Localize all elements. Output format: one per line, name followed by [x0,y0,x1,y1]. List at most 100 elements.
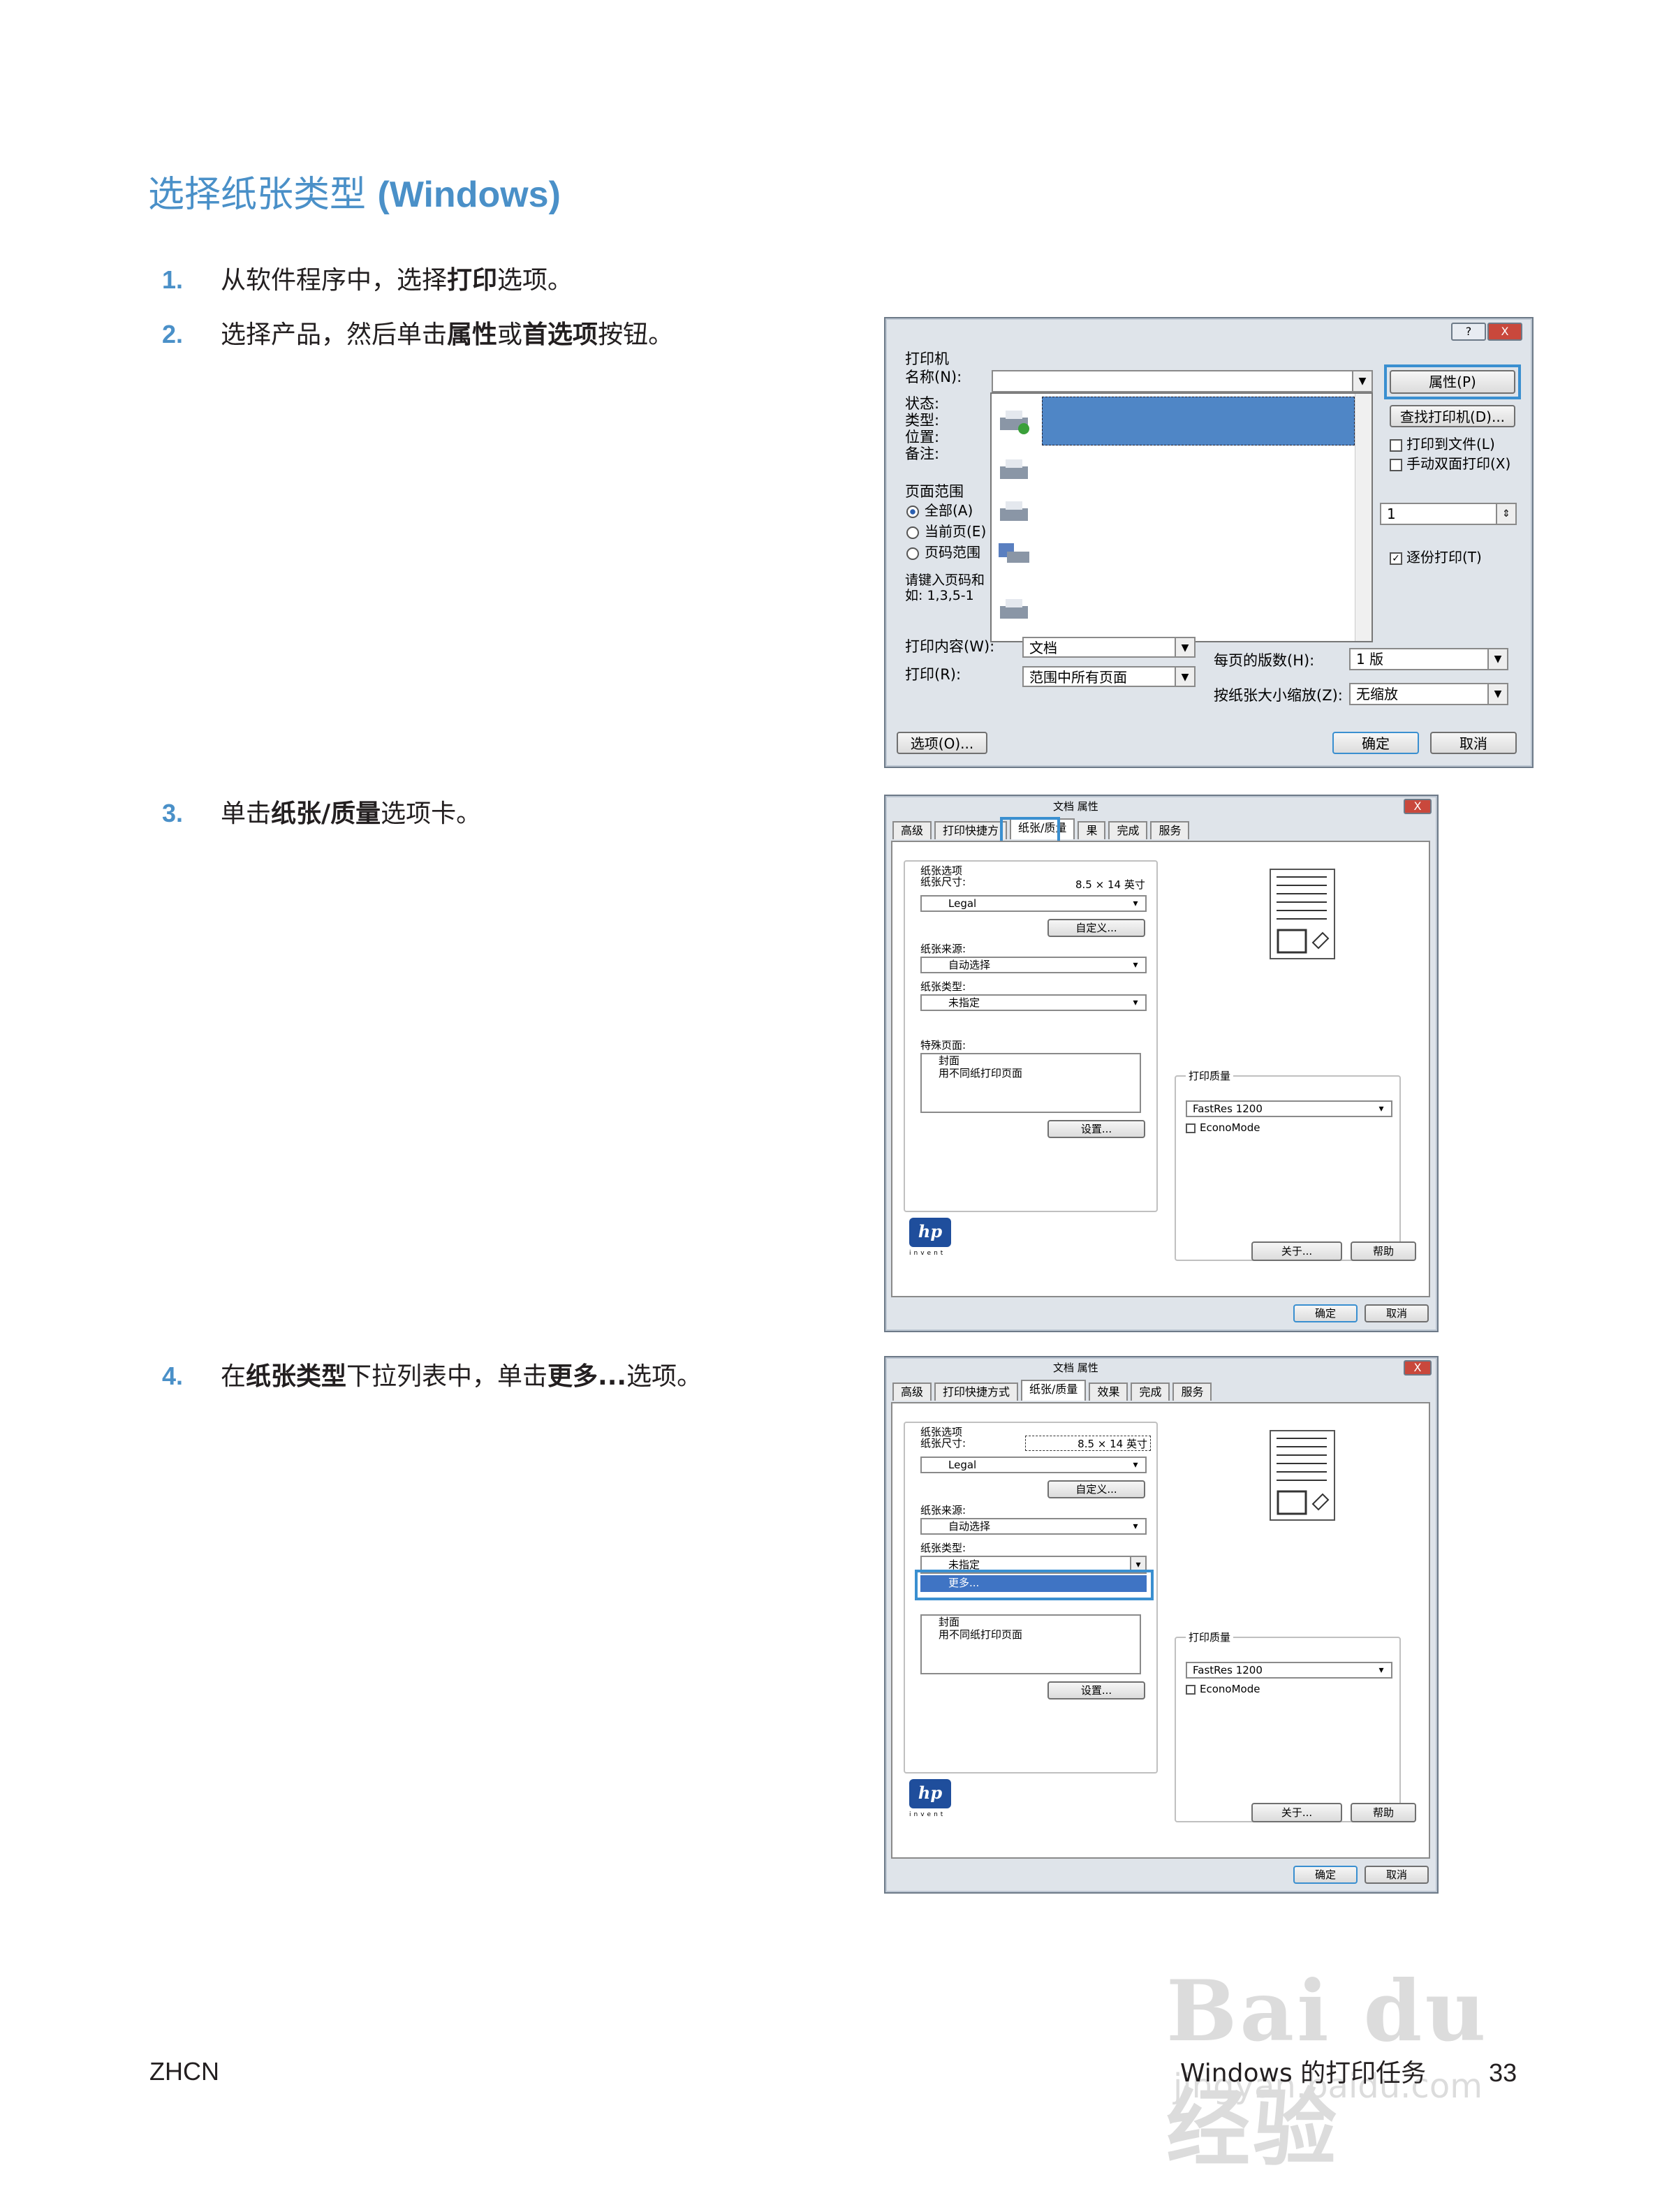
chevron-down-icon[interactable]: ▼ [1487,684,1507,704]
paper-source-select[interactable]: 自动选择 ▾ [920,1518,1147,1535]
settings-button[interactable]: 设置... [1047,1681,1145,1699]
print-what-label: 打印内容(W): [905,638,995,655]
printer-name-select[interactable]: ▼ [992,370,1373,392]
about-button[interactable]: 关于... [1251,1803,1342,1822]
collate-checkbox[interactable]: ✓ [1390,552,1402,565]
printer-dropdown-list[interactable] [990,392,1373,642]
hp-invent: invent [909,1250,946,1257]
help-title-button[interactable]: ? [1451,323,1486,341]
print-options-checkboxes[interactable]: 打印到文件(L) 手动双面打印(X) [1390,434,1510,473]
tab-finishing[interactable]: 完成 [1131,1382,1170,1401]
tab-panel: 纸张选项 纸张尺寸: 8.5 × 14 英寸 Legal ▾ 自定义... 纸张来… [891,1402,1430,1859]
paper-type-label: 纸张类型: [920,1542,966,1554]
cancel-button[interactable]: 取消 [1430,732,1517,754]
special-pages-list[interactable]: 封面 用不同纸打印页面 [920,1053,1141,1113]
dropdown-scrollbar[interactable] [1355,394,1371,641]
close-title-button[interactable]: X [1487,323,1522,341]
print-quality-select[interactable]: FastRes 1200 ▾ [1186,1100,1392,1117]
tab-strip: 高级 打印快捷方式 纸张/质量 效果 完成 服务 [892,1380,1214,1401]
radio-all[interactable] [906,505,919,518]
spinner-icon[interactable]: ⇕ [1496,504,1515,524]
custom-button[interactable]: 自定义... [1047,919,1145,937]
properties-button[interactable]: 属性(P) [1390,370,1515,394]
radio-current-page[interactable] [906,526,919,539]
ok-button[interactable]: 确定 [1293,1866,1358,1884]
settings-button[interactable]: 设置... [1047,1120,1145,1138]
paper-source-select[interactable]: 自动选择 ▾ [920,957,1147,973]
tab-paper-quality[interactable]: 纸张/质量 [1021,1380,1087,1401]
tab-services[interactable]: 服务 [1172,1382,1212,1401]
scale-select[interactable]: 无缩放 ▼ [1349,683,1508,705]
tab-finishing[interactable]: 完成 [1108,821,1148,839]
paper-size-select[interactable]: Legal ▾ [920,895,1147,912]
more-option-highlight [915,1570,1154,1600]
econo-mode-checkbox[interactable] [1186,1684,1196,1695]
tab-advanced[interactable]: 高级 [892,821,932,839]
chevron-down-icon[interactable]: ▾ [1126,897,1145,910]
print-pages-select[interactable]: 范围中所有页面 ▼ [1022,666,1196,687]
tab-effects[interactable]: 效果 [1089,1382,1128,1401]
paper-type-select[interactable]: 未指定 ▾ [920,994,1147,1011]
tab-panel: 纸张选项 纸张尺寸: 8.5 × 14 英寸 Legal ▾ 自定义... 纸张来… [891,841,1430,1297]
copies-input[interactable]: 1 ⇕ [1380,503,1517,525]
paper-type-label: 纸张类型: [920,980,966,993]
print-quality-label: 打印质量 [1186,1068,1234,1083]
dialog-title: 文档 属性 [1053,1362,1098,1374]
close-title-button[interactable]: X [1404,799,1432,814]
cancel-button[interactable]: 取消 [1365,1304,1429,1322]
tab-shortcuts[interactable]: 打印快捷方 [934,821,1008,839]
chevron-down-icon[interactable]: ▼ [1175,638,1194,656]
collate-checkbox-row[interactable]: ✓ 逐份打印(T) [1390,546,1482,566]
radio-pages[interactable] [906,547,919,560]
chevron-down-icon[interactable]: ▾ [1371,1102,1391,1116]
footer-left: ZHCN [149,2057,219,2086]
step-2: 2. 选择产品，然后单击属性或首选项按钮。 [162,320,674,349]
print-to-file-checkbox[interactable] [1390,438,1402,452]
special-pages-label: 特殊页面: [920,1039,966,1052]
step-4: 4. 在纸张类型下拉列表中，单击更多...选项。 [162,1362,703,1391]
custom-button[interactable]: 自定义... [1047,1480,1145,1498]
options-button[interactable]: 选项(O)... [897,732,987,754]
chevron-down-icon[interactable]: ▾ [1371,1663,1391,1677]
chevron-down-icon[interactable]: ▾ [1126,996,1145,1010]
chevron-down-icon[interactable]: ▼ [1352,371,1371,391]
printer-icon [1000,501,1028,521]
paper-size-select[interactable]: Legal ▾ [920,1457,1147,1473]
pages-per-sheet-label: 每页的版数(H): [1214,652,1315,669]
about-button[interactable]: 关于... [1251,1241,1342,1261]
chevron-down-icon[interactable]: ▾ [1126,1519,1145,1533]
printer-info-labels: 状态: 类型: 位置: 备注: [905,395,940,462]
hp-logo: hp [909,1779,951,1808]
help-button[interactable]: 帮助 [1351,1803,1416,1822]
econo-mode-row[interactable]: EconoMode [1186,1121,1260,1134]
close-title-button[interactable]: X [1404,1360,1432,1376]
tab-services[interactable]: 服务 [1150,821,1190,839]
tab-effects[interactable]: 果 [1078,821,1106,839]
print-what-select[interactable]: 文档 ▼ [1022,637,1196,658]
printer-list-item-selected[interactable] [1042,397,1355,445]
page-range-options[interactable]: 全部(A) 当前页(E) 页码范围 [906,500,986,563]
chevron-down-icon[interactable]: ▼ [1487,649,1507,669]
ok-button[interactable]: 确定 [1293,1304,1358,1322]
print-quality-select[interactable]: FastRes 1200 ▾ [1186,1662,1392,1679]
tab-advanced[interactable]: 高级 [892,1382,932,1401]
print-label: 打印(R): [905,666,962,683]
chevron-down-icon[interactable]: ▾ [1126,958,1145,972]
special-pages-list[interactable]: 封面 用不同纸打印页面 [920,1614,1141,1674]
cancel-button[interactable]: 取消 [1365,1866,1429,1884]
paper-source-label: 纸张来源: [920,1504,966,1517]
dialog-title: 文档 属性 [1053,800,1098,813]
tab-shortcuts[interactable]: 打印快捷方式 [934,1382,1019,1401]
econo-mode-checkbox[interactable] [1186,1123,1196,1133]
chevron-down-icon[interactable]: ▼ [1175,668,1194,686]
ok-button[interactable]: 确定 [1332,732,1419,754]
manual-duplex-checkbox[interactable] [1390,458,1402,471]
find-printer-button[interactable]: 查找打印机(D)... [1390,405,1515,427]
econo-mode-row[interactable]: EconoMode [1186,1683,1260,1695]
pages-per-sheet-select[interactable]: 1 版 ▼ [1349,648,1508,670]
chevron-down-icon[interactable]: ▾ [1126,1458,1145,1472]
page-preview-icon [1270,1430,1335,1521]
page-number: 33 [1489,2058,1517,2087]
help-button[interactable]: 帮助 [1351,1241,1416,1261]
properties-dialog-tab: 文档 属性 X 高级 打印快捷方 纸张/质量 果 完成 服务 纸张选项 纸张尺寸… [884,795,1439,1332]
